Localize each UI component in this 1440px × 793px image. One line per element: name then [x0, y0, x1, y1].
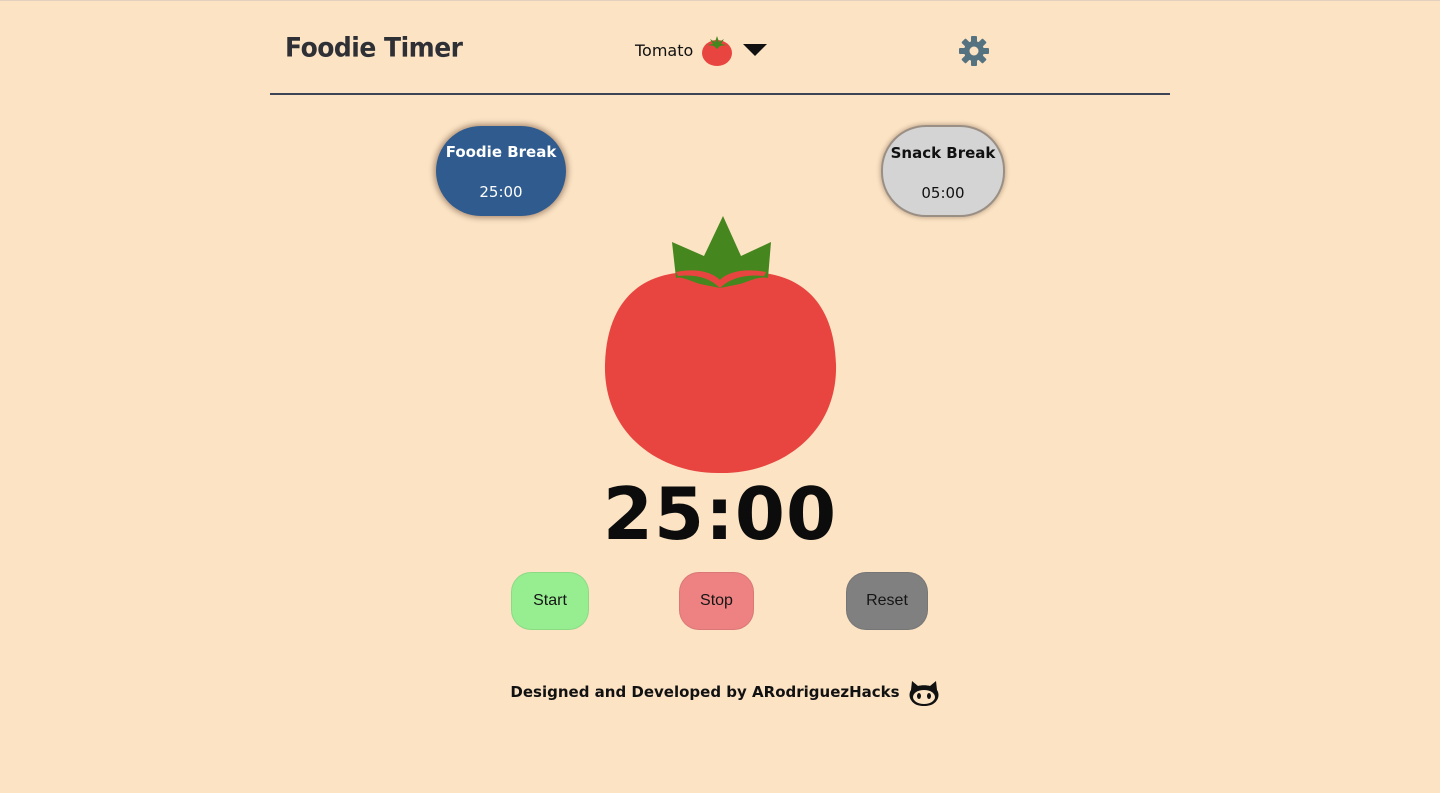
timer-display: 25:00 — [602, 472, 838, 556]
chevron-down-icon[interactable] — [743, 44, 768, 56]
start-button[interactable]: Start — [511, 572, 589, 630]
reset-button[interactable]: Reset — [846, 572, 928, 630]
snack-break-button[interactable]: Snack Break 05:00 — [881, 125, 1005, 217]
foodie-break-button[interactable]: Foodie Break 25:00 — [436, 126, 566, 216]
mode-time: 05:00 — [921, 184, 965, 202]
app-title: Foodie Timer — [285, 31, 463, 64]
github-icon[interactable] — [908, 676, 940, 708]
footer: Designed and Developed by ARodriguezHack… — [0, 676, 1440, 708]
mode-name: Foodie Break — [445, 143, 557, 161]
mode-name: Snack Break — [890, 144, 996, 162]
food-type-label: Tomato — [635, 40, 694, 60]
gear-icon[interactable] — [958, 35, 990, 67]
app-header: Foodie Timer Tomato — [270, 0, 1170, 95]
credit-text: Designed and Developed by ARodriguezHack… — [510, 683, 900, 701]
stop-button[interactable]: Stop — [679, 572, 754, 630]
food-type-dropdown[interactable]: Tomato — [635, 32, 768, 68]
tomato-illustration — [600, 214, 840, 476]
tomato-icon — [701, 33, 733, 67]
mode-time: 25:00 — [479, 183, 523, 201]
